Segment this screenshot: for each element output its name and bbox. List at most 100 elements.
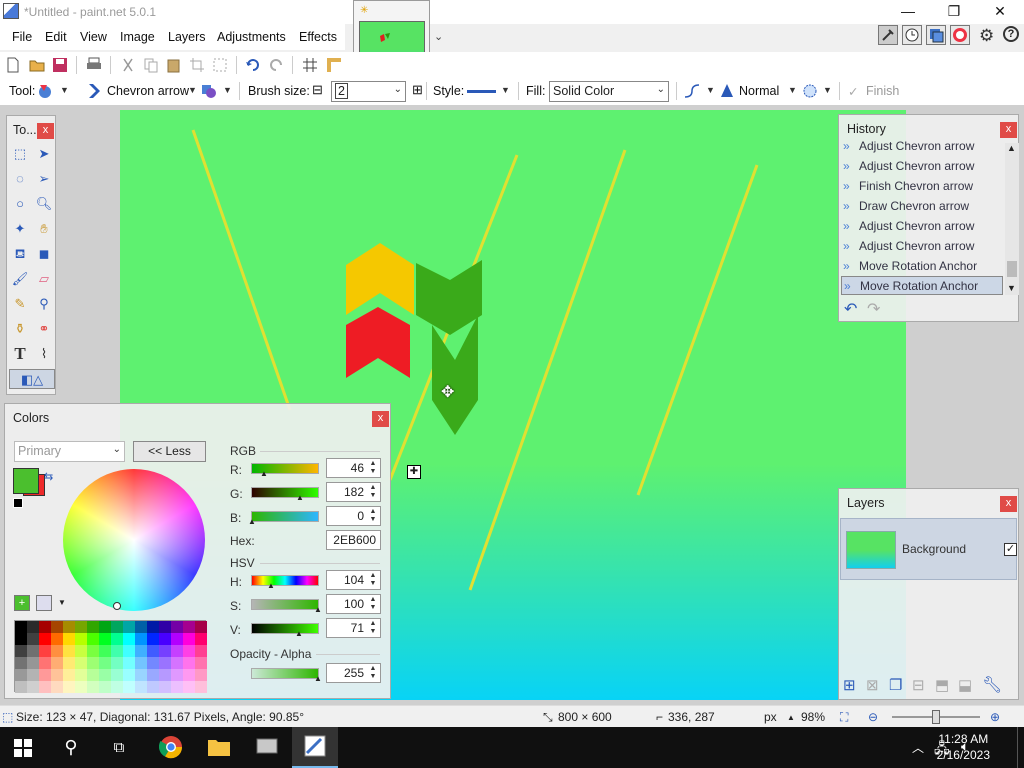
red-spinner-icon[interactable]: ▲ ▼: [367, 460, 379, 476]
palette-swatch[interactable]: [123, 621, 135, 633]
palette-swatch[interactable]: [51, 681, 63, 693]
gradient-tool-icon[interactable]: ◼: [34, 244, 54, 264]
palette-swatch[interactable]: [51, 669, 63, 681]
value-input[interactable]: 71 ▲ ▼: [326, 618, 381, 638]
shape-dropdown-arrow-icon[interactable]: ▼: [188, 85, 197, 95]
paintnet-taskbar-icon[interactable]: [292, 727, 338, 768]
history-item[interactable]: » Adjust Chevron arrow: [841, 217, 1003, 236]
palette-swatch[interactable]: [51, 633, 63, 645]
blend-mode-icon[interactable]: [719, 83, 735, 99]
move-layer-up-icon[interactable]: ⬒: [935, 676, 949, 694]
palette-swatch[interactable]: [183, 621, 195, 633]
zoom-tool-icon[interactable]: 🔍︎: [34, 194, 54, 214]
history-item-selected[interactable]: » Move Rotation Anchor: [841, 276, 1003, 295]
menu-view[interactable]: View: [80, 30, 107, 44]
copy-icon[interactable]: [143, 57, 159, 73]
palette-swatch[interactable]: [51, 621, 63, 633]
layer-item[interactable]: Background ✓: [840, 518, 1017, 580]
delete-layer-icon[interactable]: ⊠: [866, 676, 879, 694]
palette-swatch[interactable]: [195, 645, 207, 657]
blend-mode-dropdown-arrow-icon[interactable]: ▼: [788, 85, 797, 95]
history-undo-icon[interactable]: ↶: [844, 299, 857, 319]
palette-swatch[interactable]: [159, 669, 171, 681]
palette-swatch[interactable]: [63, 657, 75, 669]
add-to-palette-icon[interactable]: +: [14, 595, 30, 611]
palette-swatch[interactable]: [87, 681, 99, 693]
history-item[interactable]: » Adjust Chevron arrow: [841, 137, 1003, 156]
palette-swatch[interactable]: [63, 681, 75, 693]
recolor-tool-icon[interactable]: ⚭: [34, 319, 54, 339]
blend-mode-label[interactable]: Normal: [739, 84, 779, 98]
close-button[interactable]: ✕: [977, 0, 1023, 24]
tab-list-chevron-icon[interactable]: ⌄: [434, 30, 443, 43]
palette-swatch[interactable]: [39, 657, 51, 669]
line-curve-tool-icon[interactable]: ⌇: [34, 344, 54, 364]
green-slider[interactable]: [251, 487, 319, 498]
palette-swatch[interactable]: [147, 633, 159, 645]
history-scrollbar[interactable]: ▲ ▼: [1005, 143, 1019, 295]
value-slider-thumb-icon[interactable]: ▲: [295, 629, 303, 638]
palette-swatch[interactable]: [87, 657, 99, 669]
history-redo-icon[interactable]: ↷: [867, 299, 880, 319]
palette-swatch[interactable]: [111, 681, 123, 693]
color-wheel[interactable]: [63, 469, 205, 611]
palette-swatch[interactable]: [111, 657, 123, 669]
palette-swatch[interactable]: [99, 621, 111, 633]
scroll-up-icon[interactable]: ▲: [1007, 143, 1016, 153]
palette-swatch[interactable]: [123, 669, 135, 681]
color-mode-select[interactable]: Primary ⌄: [14, 441, 125, 462]
new-file-icon[interactable]: [5, 57, 21, 73]
palette-swatch[interactable]: [135, 633, 147, 645]
maximize-button[interactable]: ❐: [931, 0, 977, 24]
brush-size-input[interactable]: 2 ⌄: [331, 81, 406, 102]
palette-swatch[interactable]: [39, 669, 51, 681]
saturation-spinner-icon[interactable]: ▲ ▼: [367, 596, 379, 612]
palette-swatch[interactable]: [15, 669, 27, 681]
menu-image[interactable]: Image: [120, 30, 155, 44]
tools-window-toggle-icon[interactable]: [878, 25, 898, 45]
palette-swatch[interactable]: [63, 633, 75, 645]
palette-swatch[interactable]: [147, 669, 159, 681]
palette-swatch[interactable]: [15, 645, 27, 657]
rectangle-select-tool-icon[interactable]: ⬚: [10, 144, 30, 164]
palette-swatch[interactable]: [99, 633, 111, 645]
layer-properties-icon[interactable]: 🔧︎: [982, 675, 1002, 695]
hex-input[interactable]: 2EB600: [326, 530, 381, 550]
ellipse-select-tool-icon[interactable]: ○: [10, 194, 30, 214]
rulers-icon[interactable]: [326, 57, 342, 73]
palette-swatch[interactable]: [75, 657, 87, 669]
palette-swatch[interactable]: [27, 621, 39, 633]
text-tool-icon[interactable]: T: [10, 344, 30, 364]
move-handle-icon[interactable]: ✥: [441, 382, 454, 402]
brush-size-decrease-icon[interactable]: ⊟: [312, 82, 323, 98]
less-button[interactable]: << Less: [133, 441, 206, 462]
blue-slider[interactable]: [251, 511, 319, 522]
brush-size-dropdown-icon[interactable]: ⌄: [394, 84, 402, 95]
palette-swatch[interactable]: [111, 669, 123, 681]
palette-swatch[interactable]: [27, 645, 39, 657]
search-icon[interactable]: ⚲: [48, 727, 94, 768]
alpha-spinner-icon[interactable]: ▲ ▼: [367, 665, 379, 681]
palette-swatch[interactable]: [135, 669, 147, 681]
palette-swatch[interactable]: [39, 681, 51, 693]
zoom-level-text[interactable]: 98%: [801, 710, 825, 724]
palette-swatch[interactable]: [63, 645, 75, 657]
palette-swatch[interactable]: [135, 645, 147, 657]
move-selection-tool-icon[interactable]: ➢: [34, 169, 54, 189]
pan-tool-icon[interactable]: ✋︎: [34, 219, 54, 239]
cut-icon[interactable]: [120, 57, 136, 73]
palette-swatch[interactable]: [171, 657, 183, 669]
palette-swatch[interactable]: [123, 681, 135, 693]
palette-swatch[interactable]: [99, 669, 111, 681]
color-picker-tool-icon[interactable]: ⚲: [34, 294, 54, 314]
units-dropdown-icon[interactable]: ▲: [787, 713, 795, 722]
palette-swatch[interactable]: [171, 681, 183, 693]
history-item[interactable]: » Finish Chevron arrow: [841, 177, 1003, 196]
palette-swatch[interactable]: [99, 657, 111, 669]
palette-swatch[interactable]: [75, 621, 87, 633]
palette-swatch[interactable]: [75, 681, 87, 693]
palette-dropdown-arrow-icon[interactable]: ▼: [58, 598, 66, 607]
merge-layer-down-icon[interactable]: ⊟: [912, 676, 925, 694]
palette-swatch[interactable]: [51, 657, 63, 669]
undo-icon[interactable]: [245, 57, 261, 73]
